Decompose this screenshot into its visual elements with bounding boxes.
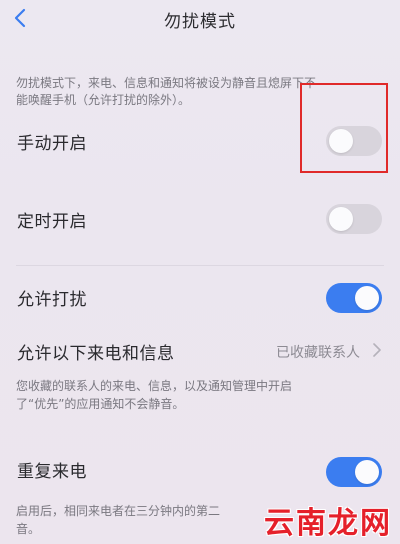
chevron-right-icon xyxy=(373,343,381,357)
highlight-box xyxy=(300,83,388,173)
toggle-knob xyxy=(355,286,379,310)
divider xyxy=(16,265,384,266)
allow-disturb-toggle[interactable] xyxy=(326,283,382,313)
scheduled-label: 定时开启 xyxy=(17,212,87,232)
top-bar: 勿扰模式 xyxy=(0,0,400,42)
toggle-knob xyxy=(329,207,353,231)
toggle-knob xyxy=(355,460,379,484)
manual-label: 手动开启 xyxy=(17,134,87,154)
scheduled-toggle[interactable] xyxy=(326,204,382,234)
repeat-calls-label: 重复来电 xyxy=(17,462,87,482)
repeat-calls-toggle[interactable] xyxy=(326,457,382,487)
allow-calls-label: 允许以下来电和信息 xyxy=(17,344,175,364)
allow-calls-description-line2: 了“优先”的应用通知不会静音。 xyxy=(16,397,185,411)
allow-calls-description-line1: 您收藏的联系人的来电、信息，以及通知管理中开启 xyxy=(16,379,293,393)
allow-disturb-label: 允许打扰 xyxy=(17,290,87,310)
page-title: 勿扰模式 xyxy=(164,12,236,32)
allow-calls-value: 已收藏联系人 xyxy=(276,345,360,361)
watermark: 云南龙网 xyxy=(264,506,392,541)
